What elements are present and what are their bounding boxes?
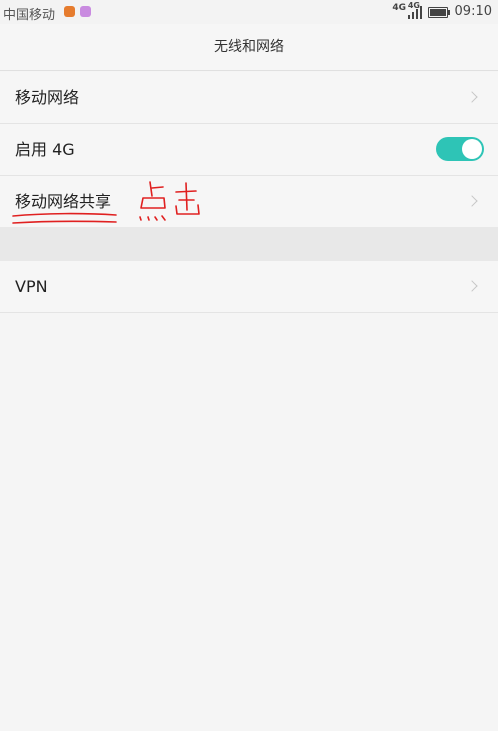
notification-app-icon [64, 6, 75, 17]
row-vpn[interactable]: VPN [0, 261, 498, 313]
status-bar: 中国移动 4G 4G 09:10 [0, 0, 498, 24]
row-label: 移动网络共享 [15, 192, 112, 211]
enable-4g-toggle[interactable] [436, 137, 484, 161]
chevron-right-icon [466, 91, 478, 103]
network-type-1: 4G [392, 3, 406, 13]
chevron-right-icon [466, 195, 478, 207]
battery-icon [428, 7, 450, 18]
signal-icon [408, 6, 422, 19]
row-label: VPN [15, 277, 48, 296]
row-enable-4g: 启用 4G [0, 124, 498, 176]
row-label: 启用 4G [15, 140, 75, 159]
page-title: 无线和网络 [0, 24, 498, 71]
chevron-right-icon [466, 280, 478, 292]
section-divider [0, 227, 498, 261]
carrier-name: 中国移动 [3, 8, 56, 23]
clock-time: 09:10 [454, 4, 492, 19]
row-label: 移动网络 [15, 88, 80, 107]
notification-app-icon-2 [80, 6, 91, 17]
toggle-knob [462, 139, 482, 159]
row-mobile-network[interactable]: 移动网络 [0, 72, 498, 124]
row-mobile-tethering[interactable]: 移动网络共享 [0, 176, 498, 228]
